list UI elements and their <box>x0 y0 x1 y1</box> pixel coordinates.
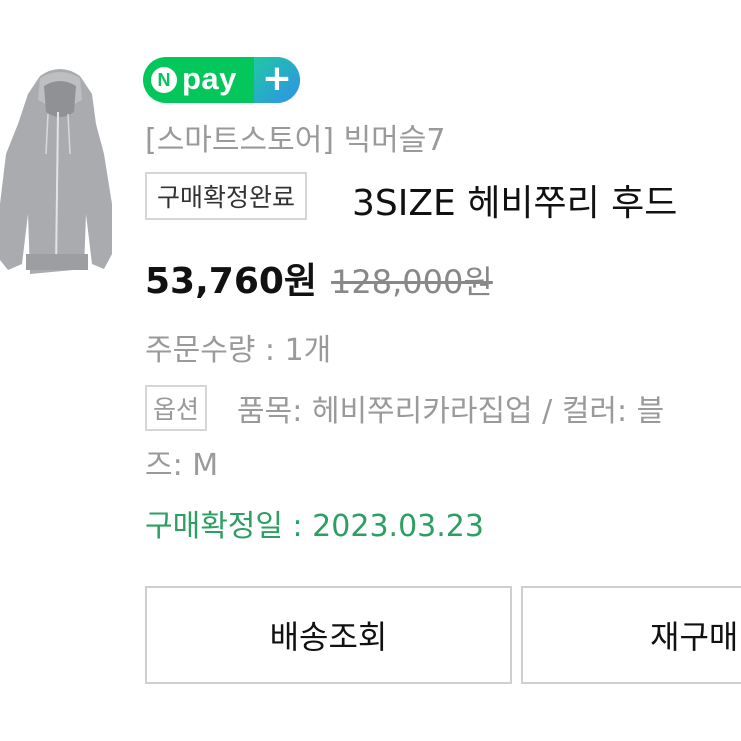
naver-n-icon: N <box>151 67 177 93</box>
option-badge: 옵션 <box>145 385 208 431</box>
sale-price: 53,760원 <box>145 261 318 302</box>
product-title[interactable]: 3SIZE 헤비쭈리 후드 <box>352 174 677 226</box>
price-row: 53,760원 128,000원 <box>145 252 493 304</box>
order-quantity: 주문수량 : 1개 <box>145 333 332 368</box>
reorder-button[interactable]: 재구매 <box>521 586 741 684</box>
option-text-cont: 즈: M <box>145 448 219 483</box>
store-name[interactable]: [스마트스토어] 빅머슬7 <box>145 115 445 159</box>
product-thumbnail[interactable] <box>0 64 112 284</box>
plus-icon: + <box>254 57 300 103</box>
option-text: 품목: 헤비쭈리카라집업 / 컬러: 블 <box>237 394 665 429</box>
track-delivery-button[interactable]: 배송조회 <box>145 586 512 684</box>
npay-text: pay <box>182 60 237 96</box>
npay-plus-badge: N pay + <box>143 57 300 103</box>
status-badge: 구매확정완료 <box>145 172 308 220</box>
purchase-confirm-date: 구매확정일 : 2023.03.23 <box>145 509 484 544</box>
original-price: 128,000원 <box>331 263 493 301</box>
